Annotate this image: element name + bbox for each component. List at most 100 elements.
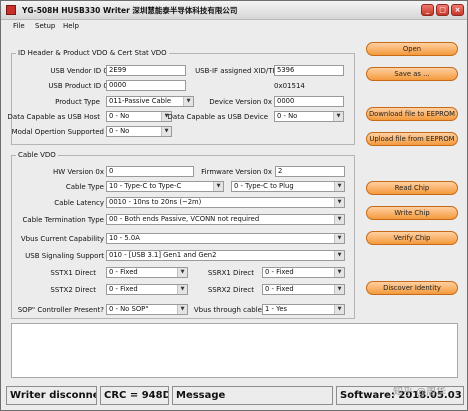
usb-vendor-id-field[interactable]: 2E99 xyxy=(106,65,186,76)
menu-file[interactable]: File xyxy=(13,22,25,30)
cable-type-label: Cable Type xyxy=(65,183,104,191)
cable-plug-dropdown[interactable]: 0 - Type-C to Plug ▼ xyxy=(231,181,345,192)
product-type-dropdown[interactable]: 011-Passive Cable ▼ xyxy=(106,96,194,107)
upload-eeprom-button[interactable]: Upload file from EEPROM xyxy=(366,132,458,146)
cable-type-dropdown[interactable]: 10 - Type-C to Type-C ▼ xyxy=(106,181,224,192)
termination-label: Cable Termination Type xyxy=(22,216,104,224)
termination-value: 00 - Both ends Passive, VCONN not requir… xyxy=(109,215,260,223)
chevron-down-icon: ▼ xyxy=(177,268,187,277)
cable-vdo-title: Cable VDO xyxy=(16,151,58,159)
sop-value: 0 - No SOP" xyxy=(109,305,149,313)
vbus-current-dropdown[interactable]: 10 - 5.0A ▼ xyxy=(106,233,345,244)
chevron-down-icon: ▼ xyxy=(334,251,344,260)
ssrx2-dropdown[interactable]: 0 - Fixed ▼ xyxy=(262,284,345,295)
ssrx2-value: 0 - Fixed xyxy=(265,285,294,293)
chevron-down-icon: ▼ xyxy=(213,182,223,191)
crc-status: CRC = 948D xyxy=(100,386,169,405)
sstx2-value: 0 - Fixed xyxy=(109,285,138,293)
data-device-value: 0 - No xyxy=(277,112,298,120)
chevron-down-icon: ▼ xyxy=(334,268,344,277)
watermark: 知乎 @周华 xyxy=(393,387,447,398)
ssrx2-label: SSRX2 Direct xyxy=(207,286,254,294)
ssrx1-label: SSRX1 Direct xyxy=(207,269,254,277)
usb-vendor-id-label: USB Vendor ID 0x xyxy=(50,67,112,75)
ssrx1-dropdown[interactable]: 0 - Fixed ▼ xyxy=(262,267,345,278)
maximize-button[interactable]: □ xyxy=(436,4,449,16)
message-status: Message xyxy=(172,386,333,405)
product-type-label: Product Type xyxy=(55,98,100,106)
writer-status: Writer disconne... xyxy=(6,386,97,405)
usb-product-id-field[interactable]: 0000 xyxy=(106,80,186,91)
close-button[interactable]: × xyxy=(451,4,464,16)
menu-setup[interactable]: Setup xyxy=(35,22,55,30)
ssrx1-value: 0 - Fixed xyxy=(265,268,294,276)
sstx1-dropdown[interactable]: 0 - Fixed ▼ xyxy=(106,267,188,278)
usb-if-label: USB-IF assigned XID/TID xyxy=(195,67,280,75)
open-button[interactable]: Open xyxy=(366,42,458,56)
data-device-dropdown[interactable]: 0 - No ▼ xyxy=(274,111,344,122)
sstx1-value: 0 - Fixed xyxy=(109,268,138,276)
verify-chip-button[interactable]: Verify Chip xyxy=(366,231,458,245)
id-header-group: ID Header & Product VDO & Cert Stat VDO … xyxy=(7,49,355,145)
usb-if-field[interactable]: 5396 xyxy=(274,65,344,76)
product-type-value: 011-Passive Cable xyxy=(109,97,172,105)
app-logo-icon xyxy=(6,5,16,15)
data-host-dropdown[interactable]: 0 - No ▼ xyxy=(106,111,172,122)
usb-if-hex-value: 0x01514 xyxy=(274,82,305,90)
chevron-down-icon: ▼ xyxy=(183,97,193,106)
modal-label: Modal Opertion Supported xyxy=(11,128,104,136)
device-version-field[interactable]: 0000 xyxy=(274,96,344,107)
hw-version-field[interactable]: 0 xyxy=(106,166,194,177)
hw-version-label: HW Version 0x xyxy=(53,168,104,176)
save-as-button[interactable]: Save as ... xyxy=(366,67,458,81)
device-version-label: Device Version 0x xyxy=(209,98,272,106)
title-bar[interactable]: YG-508H HUSB330 Writer 深圳慧能泰半导体科技有限公司 _ … xyxy=(1,1,467,20)
modal-dropdown[interactable]: 0 - No ▼ xyxy=(106,126,172,137)
read-chip-button[interactable]: Read Chip xyxy=(366,181,458,195)
termination-dropdown[interactable]: 00 - Both ends Passive, VCONN not requir… xyxy=(106,214,345,225)
data-host-value: 0 - No xyxy=(109,112,130,120)
chevron-down-icon: ▼ xyxy=(334,215,344,224)
fw-version-field[interactable]: 2 xyxy=(275,166,345,177)
fw-version-label: Firmware Version 0x xyxy=(201,168,272,176)
cable-latency-dropdown[interactable]: 0010 - 10ns to 20ns (~2m) ▼ xyxy=(106,197,345,208)
chevron-down-icon: ▼ xyxy=(333,112,343,121)
chevron-down-icon: ▼ xyxy=(161,127,171,136)
vbus-through-dropdown[interactable]: 1 - Yes ▼ xyxy=(262,304,345,315)
cable-type-value: 10 - Type-C to Type-C xyxy=(109,182,182,190)
data-host-label: Data Capable as USB Host xyxy=(7,113,100,121)
chevron-down-icon: ▼ xyxy=(334,285,344,294)
signaling-dropdown[interactable]: 010 - [USB 3.1] Gen1 and Gen2 ▼ xyxy=(106,250,345,261)
usb-product-id-label: USB Product ID 0x xyxy=(48,82,112,90)
data-device-label: Data Capable as USB Device xyxy=(167,113,268,121)
vbus-through-label: Vbus through cable xyxy=(193,306,262,314)
signaling-value: 010 - [USB 3.1] Gen1 and Gen2 xyxy=(109,251,217,259)
sop-dropdown[interactable]: 0 - No SOP" ▼ xyxy=(106,304,188,315)
modal-value: 0 - No xyxy=(109,127,130,135)
chevron-down-icon: ▼ xyxy=(334,234,344,243)
menu-bar: File Setup Help xyxy=(1,20,467,33)
chevron-down-icon: ▼ xyxy=(177,285,187,294)
app-window: YG-508H HUSB330 Writer 深圳慧能泰半导体科技有限公司 _ … xyxy=(0,0,468,411)
vbus-current-label: Vbus Current Capability xyxy=(20,235,104,243)
discover-identity-button[interactable]: Discover Identity xyxy=(366,281,458,295)
write-chip-button[interactable]: Write Chip xyxy=(366,206,458,220)
cable-plug-value: 0 - Type-C to Plug xyxy=(234,182,294,190)
window-title: YG-508H HUSB330 Writer 深圳慧能泰半导体科技有限公司 xyxy=(22,6,238,15)
chevron-down-icon: ▼ xyxy=(177,305,187,314)
signaling-label: USB Signaling Support xyxy=(25,252,104,260)
cable-vdo-group: Cable VDO HW Version 0x 0 Firmware Versi… xyxy=(11,151,355,319)
chevron-down-icon: ▼ xyxy=(334,305,344,314)
message-log[interactable] xyxy=(11,323,458,378)
menu-help[interactable]: Help xyxy=(63,22,79,30)
vbus-through-value: 1 - Yes xyxy=(265,305,288,313)
vbus-current-value: 10 - 5.0A xyxy=(109,234,140,242)
chevron-down-icon: ▼ xyxy=(334,182,344,191)
sop-label: SOP" Controller Present? xyxy=(17,306,104,314)
sstx1-label: SSTX1 Direct xyxy=(50,269,96,277)
sstx2-dropdown[interactable]: 0 - Fixed ▼ xyxy=(106,284,188,295)
minimize-button[interactable]: _ xyxy=(421,4,434,16)
cable-latency-value: 0010 - 10ns to 20ns (~2m) xyxy=(109,198,202,206)
download-eeprom-button[interactable]: Download file to EEPROM xyxy=(366,107,458,121)
sstx2-label: SSTX2 Direct xyxy=(50,286,96,294)
